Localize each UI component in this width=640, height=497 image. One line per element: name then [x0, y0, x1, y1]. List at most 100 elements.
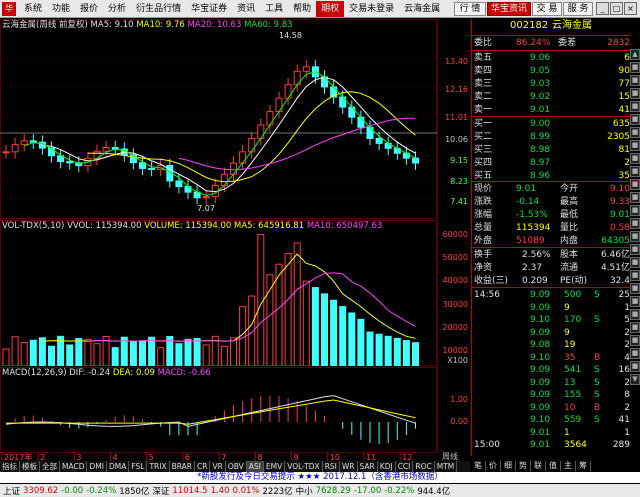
- quote-tab[interactable]: 价: [486, 461, 501, 471]
- side-button[interactable]: ■: [630, 127, 640, 138]
- side-button[interactable]: ■: [630, 205, 640, 216]
- sell-volume: 90: [618, 66, 630, 76]
- menu-item-tools[interactable]: 工具: [260, 1, 288, 17]
- indicator-tab-bar: 指标 模板 全部 MACD DMI DMA FSL TRIX BRAR CR VR OBV ASI EMV…: [0, 461, 470, 472]
- indicator-tab[interactable]: TRIX: [147, 461, 170, 472]
- indicator-tab[interactable]: DMI: [87, 461, 107, 472]
- menu-item-analysis[interactable]: 分析: [103, 1, 131, 17]
- side-button[interactable]: ■: [630, 179, 640, 190]
- indicator-tab[interactable]: MACD: [60, 461, 88, 472]
- side-button[interactable]: ■: [630, 231, 640, 242]
- quote-tab[interactable]: 笔: [471, 461, 486, 471]
- volume-chart[interactable]: [0, 220, 470, 366]
- side-button[interactable]: ■: [630, 309, 640, 320]
- indicator-tab[interactable]: FSL: [129, 461, 148, 472]
- sh-index-value: 3309.62: [23, 485, 59, 496]
- tick-count: 25: [618, 290, 630, 300]
- quote-row: 9.08 19 2: [472, 339, 630, 351]
- volume-bar: [175, 343, 183, 366]
- indicator-tab[interactable]: 模板: [20, 461, 40, 472]
- indicator-tab[interactable]: VR: [210, 461, 226, 472]
- indicator-tab[interactable]: OBV: [226, 461, 247, 472]
- account-status[interactable]: 交易未登录: [344, 1, 399, 17]
- side-button[interactable]: ■: [630, 348, 640, 359]
- quote-tab[interactable]: 细: [501, 461, 516, 471]
- indicator-tab[interactable]: ASI: [246, 461, 264, 472]
- side-button[interactable]: ■: [630, 361, 640, 372]
- menu-item-system[interactable]: 系统: [19, 1, 47, 17]
- menu-item-huabao[interactable]: 华宝证券: [186, 1, 232, 17]
- candle-body: [230, 162, 237, 175]
- side-button[interactable]: ▲: [630, 49, 640, 60]
- buy-volume: 635: [612, 119, 630, 129]
- stat-label: 总量: [474, 223, 493, 233]
- macd-chart[interactable]: [0, 367, 470, 453]
- side-button[interactable]: ■: [630, 140, 640, 151]
- menu-item-quote[interactable]: 报价: [75, 1, 103, 17]
- indicator-tab[interactable]: CR: [195, 461, 211, 472]
- side-button[interactable]: ■: [630, 244, 640, 255]
- quote-button[interactable]: 行 情: [454, 2, 486, 16]
- indicator-tab[interactable]: MTM: [435, 461, 458, 472]
- indicator-tab[interactable]: 全部: [40, 461, 60, 472]
- side-button[interactable]: ■: [630, 101, 640, 112]
- candle-body: [348, 106, 356, 118]
- side-button[interactable]: ■: [630, 283, 640, 294]
- huabao-news-button[interactable]: 华宝资讯: [487, 2, 531, 16]
- quote-tab[interactable]: 势: [516, 461, 531, 471]
- maximize-icon[interactable]: □: [610, 2, 623, 15]
- side-button[interactable]: ■: [630, 335, 640, 346]
- side-button[interactable]: ■: [630, 62, 640, 73]
- side-button[interactable]: ■: [630, 270, 640, 281]
- candle-body: [102, 147, 110, 152]
- service-button[interactable]: 服 务: [563, 2, 593, 16]
- notice-ticker[interactable]: *新股发行及今日交易提示 ★★★ 2017.12.1（含香港市场数据）: [0, 472, 640, 483]
- indicator-tab[interactable]: ROC: [413, 461, 435, 472]
- side-button[interactable]: ■: [630, 75, 640, 86]
- minimize-icon[interactable]: _: [596, 2, 609, 15]
- menu-item-news[interactable]: 资讯: [232, 1, 260, 17]
- indicator-tab[interactable]: EMV: [264, 461, 286, 472]
- volume-tick: 40000: [442, 276, 468, 285]
- indicator-tab[interactable]: VOL-TDX: [285, 461, 323, 472]
- quote-row: 买三 8.98 81: [472, 144, 630, 156]
- indicator-tab[interactable]: CCI: [396, 461, 414, 472]
- side-button[interactable]: ■: [630, 296, 640, 307]
- side-button[interactable]: ■: [630, 153, 640, 164]
- price-panel[interactable]: 云海金属(周线 前复权) MA5: 9.10 MA10: 9.76 MA20: …: [0, 19, 470, 219]
- indicator-tab[interactable]: RSI: [323, 461, 340, 472]
- side-button[interactable]: ■: [630, 114, 640, 125]
- indicator-tab[interactable]: DMA: [107, 461, 130, 472]
- indicator-tab[interactable]: WR: [340, 461, 358, 472]
- menu-item-derivatives[interactable]: 衍生品行情: [131, 1, 186, 17]
- indicator-tab[interactable]: SAR: [358, 461, 378, 472]
- side-button[interactable]: ■: [630, 257, 640, 268]
- menu-item-options[interactable]: 期权: [316, 0, 345, 17]
- side-button[interactable]: ■: [630, 88, 640, 99]
- stat-value: 0.58: [609, 223, 630, 233]
- quote-tab[interactable]: 筹: [576, 461, 591, 471]
- menu-bar: 华 系统 功能 报价 分析 衍生品行情 华宝证券 资讯 工具 帮助 期权 交易未…: [0, 0, 640, 18]
- menu-item-help[interactable]: 帮助: [288, 1, 316, 17]
- side-button[interactable]: ▼: [630, 374, 640, 385]
- indicator-tab[interactable]: BRAR: [170, 461, 196, 472]
- stock-tab[interactable]: 云海金属: [399, 1, 445, 17]
- menu-item-function[interactable]: 功能: [47, 1, 75, 17]
- tick-volume: 13: [564, 377, 576, 388]
- indicator-tab[interactable]: 指标: [0, 461, 20, 472]
- trade-button[interactable]: 交 易: [532, 2, 562, 16]
- side-button[interactable]: ■: [630, 192, 640, 203]
- quote-tab[interactable]: 联: [531, 461, 546, 471]
- volume-panel[interactable]: VOL-TDX(5,10) VVOL: 115394.00 VOLUME: 11…: [0, 220, 470, 366]
- quote-tab[interactable]: 值: [546, 461, 561, 471]
- indicator-tab[interactable]: KDJ: [378, 461, 396, 472]
- side-button[interactable]: ■: [630, 218, 640, 229]
- macd-panel[interactable]: MACD(12,26,9) DIF: -0.24 DEA: 0.09 MACD:…: [0, 367, 470, 453]
- side-button[interactable]: ■: [630, 166, 640, 177]
- close-icon[interactable]: ×: [624, 2, 637, 15]
- candle-body: [275, 97, 283, 113]
- candlestick-chart[interactable]: 14.58 7.07: [0, 19, 470, 219]
- side-button[interactable]: ■: [630, 322, 640, 333]
- volume-bar: [120, 336, 128, 366]
- quote-tab[interactable]: 主: [561, 461, 576, 471]
